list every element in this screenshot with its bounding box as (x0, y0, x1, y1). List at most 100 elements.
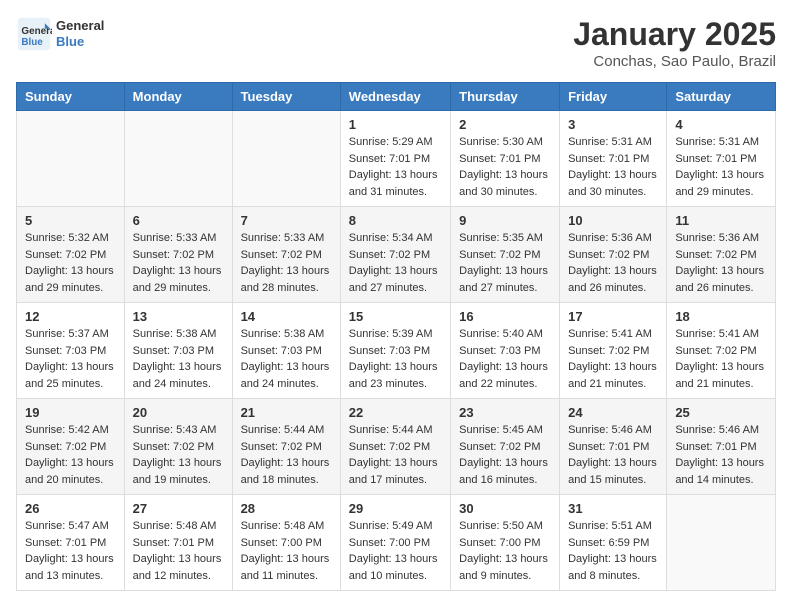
sunrise-text: Sunrise: 5:40 AM (459, 326, 551, 343)
logo: General Blue General Blue (16, 16, 104, 52)
sunset-text: Sunset: 7:02 PM (133, 247, 224, 264)
weekday-header-monday: Monday (124, 83, 232, 111)
calendar-cell: 3 Sunrise: 5:31 AM Sunset: 7:01 PM Dayli… (560, 111, 667, 207)
calendar-cell: 4 Sunrise: 5:31 AM Sunset: 7:01 PM Dayli… (667, 111, 776, 207)
sunset-text: Sunset: 7:01 PM (459, 151, 551, 168)
sunset-text: Sunset: 7:00 PM (459, 535, 551, 552)
day-info: Sunrise: 5:40 AM Sunset: 7:03 PM Dayligh… (459, 326, 551, 392)
day-info: Sunrise: 5:38 AM Sunset: 7:03 PM Dayligh… (241, 326, 332, 392)
day-info: Sunrise: 5:49 AM Sunset: 7:00 PM Dayligh… (349, 518, 442, 584)
daylight-text: Daylight: 13 hours and 14 minutes. (675, 455, 767, 488)
day-info: Sunrise: 5:35 AM Sunset: 7:02 PM Dayligh… (459, 230, 551, 296)
day-number: 23 (459, 405, 551, 420)
day-number: 12 (25, 309, 116, 324)
sunrise-text: Sunrise: 5:36 AM (568, 230, 658, 247)
day-info: Sunrise: 5:41 AM Sunset: 7:02 PM Dayligh… (568, 326, 658, 392)
sunrise-text: Sunrise: 5:46 AM (675, 422, 767, 439)
daylight-text: Daylight: 13 hours and 21 minutes. (568, 359, 658, 392)
day-number: 5 (25, 213, 116, 228)
sunset-text: Sunset: 7:02 PM (568, 247, 658, 264)
day-number: 30 (459, 501, 551, 516)
sunset-text: Sunset: 7:02 PM (349, 247, 442, 264)
sunset-text: Sunset: 7:02 PM (241, 247, 332, 264)
day-number: 2 (459, 117, 551, 132)
calendar-cell: 27 Sunrise: 5:48 AM Sunset: 7:01 PM Dayl… (124, 495, 232, 591)
svg-text:Blue: Blue (21, 37, 43, 48)
daylight-text: Daylight: 13 hours and 30 minutes. (459, 167, 551, 200)
sunset-text: Sunset: 7:01 PM (25, 535, 116, 552)
day-info: Sunrise: 5:44 AM Sunset: 7:02 PM Dayligh… (241, 422, 332, 488)
calendar-cell: 11 Sunrise: 5:36 AM Sunset: 7:02 PM Dayl… (667, 207, 776, 303)
daylight-text: Daylight: 13 hours and 10 minutes. (349, 551, 442, 584)
daylight-text: Daylight: 13 hours and 20 minutes. (25, 455, 116, 488)
day-info: Sunrise: 5:44 AM Sunset: 7:02 PM Dayligh… (349, 422, 442, 488)
calendar-cell: 9 Sunrise: 5:35 AM Sunset: 7:02 PM Dayli… (451, 207, 560, 303)
calendar-cell: 2 Sunrise: 5:30 AM Sunset: 7:01 PM Dayli… (451, 111, 560, 207)
calendar-cell: 20 Sunrise: 5:43 AM Sunset: 7:02 PM Dayl… (124, 399, 232, 495)
sunset-text: Sunset: 7:02 PM (675, 247, 767, 264)
day-number: 1 (349, 117, 442, 132)
sunset-text: Sunset: 7:01 PM (568, 439, 658, 456)
day-number: 4 (675, 117, 767, 132)
calendar-cell: 29 Sunrise: 5:49 AM Sunset: 7:00 PM Dayl… (340, 495, 450, 591)
day-number: 6 (133, 213, 224, 228)
sunrise-text: Sunrise: 5:48 AM (241, 518, 332, 535)
day-number: 29 (349, 501, 442, 516)
sunset-text: Sunset: 7:02 PM (568, 343, 658, 360)
sunset-text: Sunset: 7:03 PM (241, 343, 332, 360)
day-info: Sunrise: 5:47 AM Sunset: 7:01 PM Dayligh… (25, 518, 116, 584)
calendar-cell: 14 Sunrise: 5:38 AM Sunset: 7:03 PM Dayl… (232, 303, 340, 399)
day-info: Sunrise: 5:50 AM Sunset: 7:00 PM Dayligh… (459, 518, 551, 584)
calendar-cell: 6 Sunrise: 5:33 AM Sunset: 7:02 PM Dayli… (124, 207, 232, 303)
calendar-cell: 17 Sunrise: 5:41 AM Sunset: 7:02 PM Dayl… (560, 303, 667, 399)
daylight-text: Daylight: 13 hours and 22 minutes. (459, 359, 551, 392)
sunrise-text: Sunrise: 5:29 AM (349, 134, 442, 151)
day-number: 17 (568, 309, 658, 324)
day-number: 26 (25, 501, 116, 516)
calendar-cell (232, 111, 340, 207)
sunrise-text: Sunrise: 5:36 AM (675, 230, 767, 247)
day-info: Sunrise: 5:51 AM Sunset: 6:59 PM Dayligh… (568, 518, 658, 584)
calendar-week-row: 26 Sunrise: 5:47 AM Sunset: 7:01 PM Dayl… (17, 495, 776, 591)
day-info: Sunrise: 5:48 AM Sunset: 7:00 PM Dayligh… (241, 518, 332, 584)
day-info: Sunrise: 5:39 AM Sunset: 7:03 PM Dayligh… (349, 326, 442, 392)
sunrise-text: Sunrise: 5:31 AM (675, 134, 767, 151)
sunrise-text: Sunrise: 5:50 AM (459, 518, 551, 535)
title-section: January 2025 Conchas, Sao Paulo, Brazil (573, 16, 776, 70)
day-info: Sunrise: 5:45 AM Sunset: 7:02 PM Dayligh… (459, 422, 551, 488)
day-info: Sunrise: 5:41 AM Sunset: 7:02 PM Dayligh… (675, 326, 767, 392)
day-info: Sunrise: 5:32 AM Sunset: 7:02 PM Dayligh… (25, 230, 116, 296)
weekday-header-sunday: Sunday (17, 83, 125, 111)
calendar-cell: 25 Sunrise: 5:46 AM Sunset: 7:01 PM Dayl… (667, 399, 776, 495)
day-info: Sunrise: 5:33 AM Sunset: 7:02 PM Dayligh… (241, 230, 332, 296)
daylight-text: Daylight: 13 hours and 13 minutes. (25, 551, 116, 584)
sunrise-text: Sunrise: 5:51 AM (568, 518, 658, 535)
day-number: 22 (349, 405, 442, 420)
calendar-week-row: 1 Sunrise: 5:29 AM Sunset: 7:01 PM Dayli… (17, 111, 776, 207)
sunset-text: Sunset: 7:02 PM (25, 439, 116, 456)
daylight-text: Daylight: 13 hours and 24 minutes. (133, 359, 224, 392)
day-number: 13 (133, 309, 224, 324)
daylight-text: Daylight: 13 hours and 18 minutes. (241, 455, 332, 488)
sunrise-text: Sunrise: 5:44 AM (349, 422, 442, 439)
day-number: 31 (568, 501, 658, 516)
day-info: Sunrise: 5:33 AM Sunset: 7:02 PM Dayligh… (133, 230, 224, 296)
day-info: Sunrise: 5:46 AM Sunset: 7:01 PM Dayligh… (568, 422, 658, 488)
daylight-text: Daylight: 13 hours and 12 minutes. (133, 551, 224, 584)
calendar-week-row: 5 Sunrise: 5:32 AM Sunset: 7:02 PM Dayli… (17, 207, 776, 303)
day-info: Sunrise: 5:36 AM Sunset: 7:02 PM Dayligh… (568, 230, 658, 296)
calendar-table: SundayMondayTuesdayWednesdayThursdayFrid… (16, 82, 776, 591)
sunrise-text: Sunrise: 5:33 AM (133, 230, 224, 247)
day-info: Sunrise: 5:31 AM Sunset: 7:01 PM Dayligh… (568, 134, 658, 200)
sunrise-text: Sunrise: 5:49 AM (349, 518, 442, 535)
sunrise-text: Sunrise: 5:32 AM (25, 230, 116, 247)
weekday-header-tuesday: Tuesday (232, 83, 340, 111)
calendar-cell (667, 495, 776, 591)
logo-general: General (56, 18, 104, 34)
daylight-text: Daylight: 13 hours and 28 minutes. (241, 263, 332, 296)
daylight-text: Daylight: 13 hours and 15 minutes. (568, 455, 658, 488)
daylight-text: Daylight: 13 hours and 29 minutes. (133, 263, 224, 296)
day-number: 7 (241, 213, 332, 228)
location: Conchas, Sao Paulo, Brazil (573, 53, 776, 70)
calendar-cell: 23 Sunrise: 5:45 AM Sunset: 7:02 PM Dayl… (451, 399, 560, 495)
